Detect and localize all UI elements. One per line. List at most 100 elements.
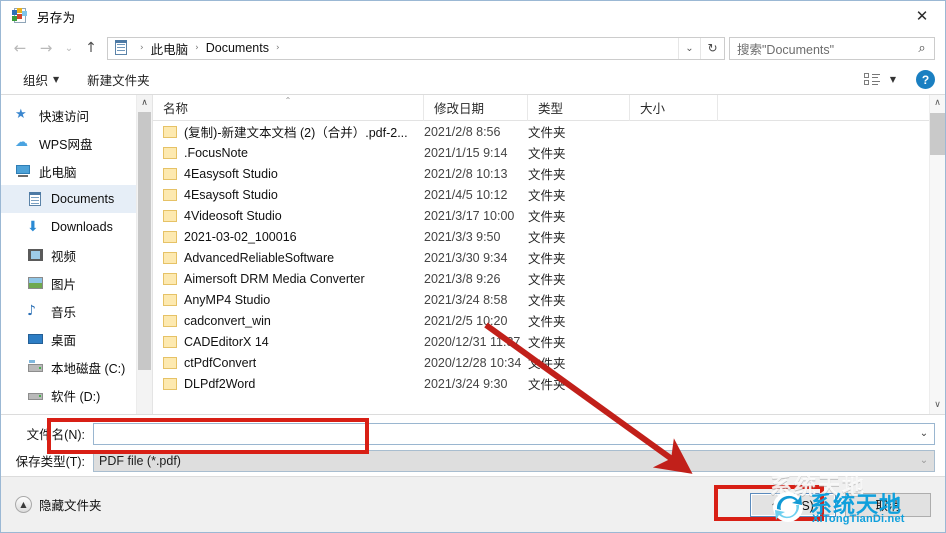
chevron-down-icon[interactable]: ⌄ bbox=[914, 455, 934, 466]
table-row[interactable]: cadconvert_win 2021/2/5 10:20 文件夹 bbox=[153, 310, 928, 331]
save-as-icon bbox=[11, 7, 29, 25]
sidebar-item-7[interactable]: ♪ 音乐 bbox=[1, 297, 152, 325]
sidebar-item-0[interactable]: ★ 快速访问 bbox=[1, 101, 152, 129]
column-header-size[interactable]: 大小 bbox=[630, 95, 718, 121]
table-row[interactable]: AdvancedReliableSoftware 2021/3/30 9:34 文件… bbox=[153, 247, 928, 268]
new-folder-button[interactable]: 新建文件夹 bbox=[81, 68, 156, 91]
column-header-type-label: 类型 bbox=[538, 102, 564, 116]
sidebar-scroll-thumb[interactable] bbox=[138, 112, 151, 370]
sidebar-item-2[interactable]: 此电脑 bbox=[1, 157, 152, 185]
table-row[interactable]: ctPdfConvert 2020/12/28 10:34 文件夹 bbox=[153, 352, 928, 373]
sidebar-item-4[interactable]: ⬇ Downloads bbox=[1, 213, 152, 241]
music-icon: ♪ bbox=[27, 303, 36, 319]
table-row[interactable]: AnyMP4 Studio 2021/3/24 8:58 文件夹 bbox=[153, 289, 928, 310]
table-row[interactable]: 4Esaysoft Studio 2021/4/5 10:12 文件夹 bbox=[153, 184, 928, 205]
file-date-cell: 2020/12/28 10:34 bbox=[424, 355, 522, 370]
hide-folders-label: 隐藏文件夹 bbox=[39, 499, 102, 513]
table-row[interactable]: (复制)-新建文本文档 (2)（合并）.pdf-2... 2021/2/8 8:5… bbox=[153, 121, 928, 142]
address-bar[interactable]: › 此电脑 › Documents › ⌄ ↻ bbox=[107, 36, 725, 60]
folder-icon bbox=[163, 125, 177, 138]
scroll-down-icon[interactable]: ∨ bbox=[930, 397, 945, 414]
file-list-scrollbar[interactable]: ∧ ∨ bbox=[929, 95, 945, 414]
file-type-cell: 文件夹 bbox=[528, 168, 566, 182]
sidebar-item-3[interactable]: Documents bbox=[1, 185, 152, 213]
sidebar-scrollbar[interactable]: ∧ bbox=[136, 95, 152, 414]
breadcrumb-separator[interactable]: › bbox=[269, 43, 287, 53]
file-type-cell: 文件夹 bbox=[528, 294, 566, 308]
documents-folder-icon bbox=[113, 40, 129, 56]
table-row[interactable]: DLPdf2Word 2021/3/24 9:30 文件夹 bbox=[153, 373, 928, 394]
file-type-cell: 文件夹 bbox=[528, 357, 566, 371]
search-box[interactable]: 搜索"Documents" ⌕ bbox=[729, 36, 935, 60]
column-header-filler bbox=[718, 95, 928, 121]
file-name-cell: 4Videosoft Studio bbox=[153, 209, 424, 223]
column-header-date[interactable]: 修改日期 bbox=[424, 95, 528, 121]
sidebar-item-9[interactable]: 本地磁盘 (C:) bbox=[1, 353, 152, 381]
chevron-down-icon[interactable]: ⌄ bbox=[914, 428, 934, 439]
file-date-cell: 2021/3/30 9:34 bbox=[424, 250, 508, 265]
column-header-size-label: 大小 bbox=[640, 102, 666, 116]
help-button[interactable]: ? bbox=[916, 70, 935, 89]
cancel-button[interactable]: 取消 bbox=[845, 492, 931, 517]
file-date-cell: 2020/12/31 11:37 bbox=[424, 334, 521, 349]
table-row[interactable]: 4Easysoft Studio 2021/2/8 10:13 文件夹 bbox=[153, 163, 928, 184]
table-row[interactable]: .FocusNote 2021/1/15 9:14 文件夹 bbox=[153, 142, 928, 163]
table-row[interactable]: Aimersoft DRM Media Converter 2021/3/8 9:… bbox=[153, 268, 928, 289]
scroll-up-icon[interactable]: ∧ bbox=[137, 95, 152, 111]
dialog-footer: ▲ 隐藏文件夹 保存(S) 取消 bbox=[1, 476, 945, 532]
sidebar-item-11[interactable]: 备份 (E:) bbox=[1, 409, 152, 414]
file-date-cell: 2021/3/24 8:58 bbox=[424, 292, 508, 307]
change-view-button[interactable]: ▼ bbox=[858, 71, 902, 88]
file-date-cell: 2021/2/8 10:13 bbox=[424, 166, 508, 181]
sidebar-item-label: Downloads bbox=[51, 220, 113, 234]
close-icon[interactable]: ✕ bbox=[899, 1, 945, 31]
folder-icon bbox=[163, 167, 177, 180]
file-type-cell: 文件夹 bbox=[528, 252, 566, 266]
file-name-label: ctPdfConvert bbox=[184, 355, 257, 370]
file-list-scroll-thumb[interactable] bbox=[930, 113, 945, 155]
folder-icon bbox=[163, 272, 177, 285]
filename-input[interactable]: ⌄ bbox=[93, 422, 935, 445]
filetype-select[interactable]: PDF file (*.pdf) ⌄ bbox=[93, 449, 935, 472]
column-header-name[interactable]: ⌃ 名称 bbox=[153, 95, 424, 121]
navigation-list: ★ 快速访问 ☁ WPS网盘此电脑 Documents ⬇ Downloads 视频 图片 ♪ 音乐… bbox=[1, 95, 152, 414]
sidebar-item-6[interactable]: 图片 bbox=[1, 269, 152, 297]
file-name-label: .FocusNote bbox=[184, 145, 248, 160]
new-folder-label: 新建文件夹 bbox=[87, 74, 150, 88]
sidebar-item-8[interactable]: 桌面 bbox=[1, 325, 152, 353]
forward-button[interactable]: → bbox=[33, 36, 59, 60]
computer-icon bbox=[15, 163, 32, 179]
filename-label: 文件名(N): bbox=[26, 428, 85, 443]
up-button[interactable]: ↑ bbox=[79, 36, 103, 60]
recent-locations-button[interactable]: ⌄ bbox=[59, 36, 79, 60]
navigation-pane: ★ 快速访问 ☁ WPS网盘此电脑 Documents ⬇ Downloads 视频 图片 ♪ 音乐… bbox=[1, 95, 153, 414]
breadcrumb-item-this-pc[interactable]: 此电脑 bbox=[151, 39, 189, 58]
sidebar-item-10[interactable]: 软件 (D:) bbox=[1, 381, 152, 409]
breadcrumb-item-documents[interactable]: Documents bbox=[206, 41, 269, 55]
file-name-label: AdvancedReliableSoftware bbox=[184, 250, 335, 265]
table-row[interactable]: CADEditorX 14 2020/12/31 11:37 文件夹 bbox=[153, 331, 928, 352]
back-button[interactable]: ← bbox=[7, 36, 33, 60]
chevron-up-icon: ▲ bbox=[15, 496, 32, 513]
file-date-cell: 2021/3/24 9:30 bbox=[424, 376, 508, 391]
file-name-cell: Aimersoft DRM Media Converter bbox=[153, 272, 424, 286]
folder-icon bbox=[163, 230, 177, 243]
title-bar: 另存为 ✕ bbox=[1, 1, 945, 31]
organize-button[interactable]: 组织 ▼ bbox=[17, 68, 65, 91]
sidebar-item-label: 本地磁盘 (C:) bbox=[51, 361, 126, 376]
sort-ascending-icon: ⌃ bbox=[284, 95, 292, 105]
hide-folders-toggle[interactable]: ▲ 隐藏文件夹 bbox=[15, 495, 102, 514]
sidebar-item-1[interactable]: ☁ WPS网盘 bbox=[1, 129, 152, 157]
table-row[interactable]: 2021-03-02_100016 2021/3/3 9:50 文件夹 bbox=[153, 226, 928, 247]
sidebar-item-label: Documents bbox=[51, 192, 115, 206]
sidebar-item-label: 此电脑 bbox=[39, 165, 77, 180]
sidebar-item-5[interactable]: 视频 bbox=[1, 241, 152, 269]
search-input[interactable]: 搜索"Documents" bbox=[730, 39, 910, 58]
file-name-cell: ctPdfConvert bbox=[153, 356, 424, 370]
column-header-type[interactable]: 类型 bbox=[528, 95, 630, 121]
table-row[interactable]: 4Videosoft Studio 2021/3/17 10:00 文件夹 bbox=[153, 205, 928, 226]
refresh-icon[interactable]: ↻ bbox=[700, 37, 724, 59]
save-button[interactable]: 保存(S) bbox=[750, 492, 836, 517]
chevron-down-icon[interactable]: ⌄ bbox=[678, 37, 700, 59]
scroll-up-icon[interactable]: ∧ bbox=[930, 95, 945, 112]
